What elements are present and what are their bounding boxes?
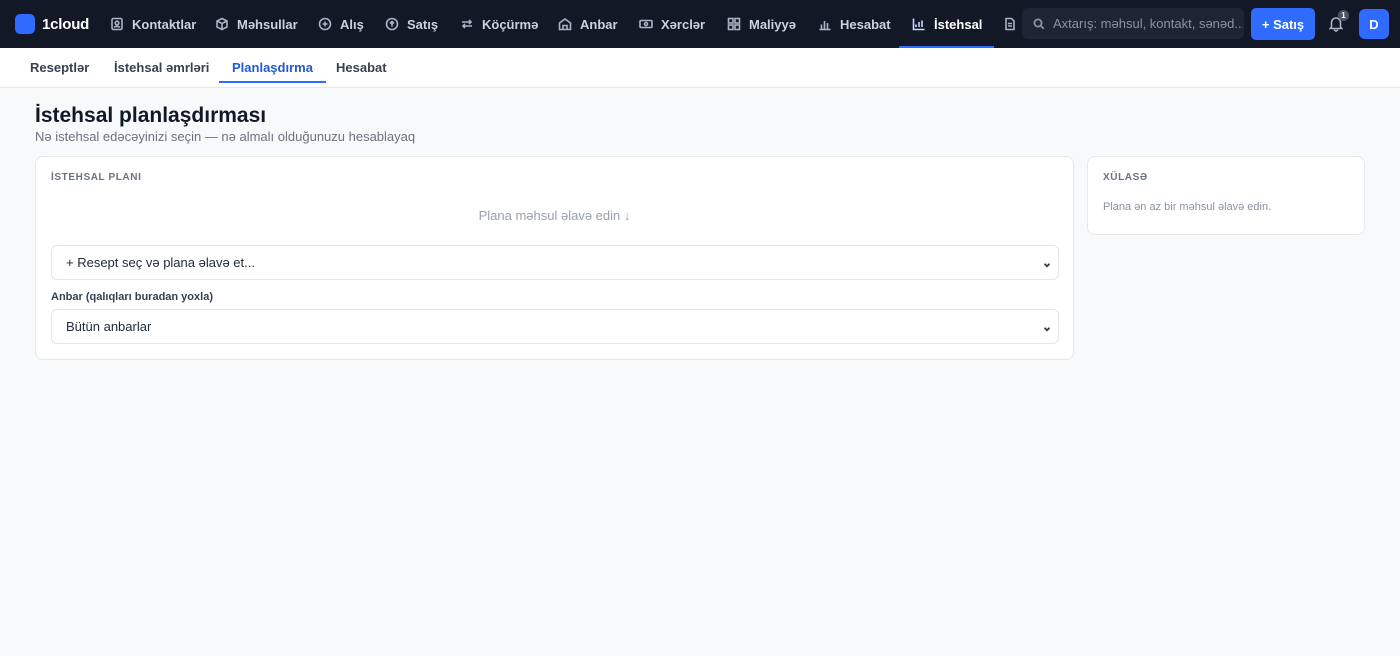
nav-item-label: Satış xyxy=(407,16,439,32)
plan-empty-hint: Plana məhsul əlavə edin ↓ xyxy=(478,208,631,223)
nav-item-label: Alış xyxy=(340,16,364,32)
production-plan-card: İSTEHSAL PLANI Plana məhsul əlavə edin ↓… xyxy=(35,156,1074,360)
warehouse-label: Anbar (qalıqları buradan yoxla) xyxy=(51,291,213,303)
brand[interactable]: 1cloud xyxy=(15,14,89,34)
box-icon xyxy=(215,17,229,31)
nav-item-finance[interactable]: Maliyyə xyxy=(727,0,796,48)
notifications-button[interactable]: 1 xyxy=(1327,10,1349,34)
nav-item-purchase[interactable]: Alış xyxy=(318,0,364,48)
plan-section-title: İSTEHSAL PLANI xyxy=(51,172,142,183)
production-chart-icon xyxy=(912,17,926,31)
nav-item-label: Anbar xyxy=(580,16,618,32)
summary-note: Plana ən az bir məhsul əlavə edin. xyxy=(1103,201,1272,213)
page-title: İstehsal planlaşdırması xyxy=(35,104,267,127)
search-input[interactable] xyxy=(1053,16,1243,31)
recipe-select-value: + Resept seç və plana əlavə et... xyxy=(66,255,255,270)
nav-item-reports[interactable]: Hesabat xyxy=(818,0,891,48)
warehouse-select[interactable]: Bütün anbarlar xyxy=(51,309,1059,344)
nav-item-expenses[interactable]: Xərclər xyxy=(639,0,705,48)
brand-name: 1cloud xyxy=(42,15,90,33)
nav-item-production[interactable]: İstehsal xyxy=(898,0,995,48)
nav-item-label: İstehsal xyxy=(934,16,983,32)
page-subtitle: Nə istehsal edəcəyinizi seçin — nə almal… xyxy=(35,129,416,144)
warehouse-select-value: Bütün anbarlar xyxy=(66,319,152,334)
transfer-icon xyxy=(460,17,474,31)
plus-circle-icon xyxy=(318,17,332,31)
arrow-circle-icon xyxy=(385,17,399,31)
nav-item-label: Kontaktlar xyxy=(132,16,197,32)
nav-item-label: Məhsullar xyxy=(237,16,298,32)
nav-item-label: Maliyyə xyxy=(749,16,796,32)
top-nav: 1cloud Kontaktlar Məhsullar Alış Satış K… xyxy=(0,0,1400,48)
user-avatar[interactable]: D xyxy=(1359,9,1389,39)
new-sale-button[interactable]: + Satış xyxy=(1251,8,1315,40)
nav-item-products[interactable]: Məhsullar xyxy=(215,0,298,48)
bar-chart-icon xyxy=(818,17,832,31)
brand-logo-icon xyxy=(15,14,35,34)
contacts-icon xyxy=(110,17,124,31)
summary-card: XÜLASƏ Plana ən az bir məhsul əlavə edin… xyxy=(1087,156,1365,235)
nav-item-label: Xərclər xyxy=(661,16,706,32)
tab-recipes[interactable]: Reseptlər xyxy=(30,48,89,87)
recipe-select[interactable]: + Resept seç və plana əlavə et... xyxy=(51,245,1059,280)
global-search[interactable] xyxy=(1022,8,1244,39)
nav-item-sales[interactable]: Satış xyxy=(385,0,438,48)
production-subnav: Reseptlər İstehsal əmrləri Planlaşdırma … xyxy=(0,48,1400,88)
tab-production-orders[interactable]: İstehsal əmrləri xyxy=(114,48,209,87)
chevron-down-icon xyxy=(1042,258,1052,268)
cash-icon xyxy=(639,17,653,31)
nav-item-label: Köçürmə xyxy=(482,16,539,32)
summary-section-title: XÜLASƏ xyxy=(1103,172,1148,183)
nav-item-label: Hesabat xyxy=(840,16,891,32)
grid-icon xyxy=(727,17,741,31)
search-icon xyxy=(1033,18,1045,30)
chevron-down-icon xyxy=(1042,322,1052,332)
nav-item-transfer[interactable]: Köçürmə xyxy=(460,0,538,48)
tab-report[interactable]: Hesabat xyxy=(336,48,387,87)
notification-badge: 1 xyxy=(1338,10,1349,21)
tab-planning[interactable]: Planlaşdırma xyxy=(219,48,326,87)
document-icon xyxy=(1003,17,1017,31)
nav-item-warehouse[interactable]: Anbar xyxy=(558,0,618,48)
warehouse-icon xyxy=(558,17,572,31)
nav-item-contacts[interactable]: Kontaktlar xyxy=(110,0,196,48)
